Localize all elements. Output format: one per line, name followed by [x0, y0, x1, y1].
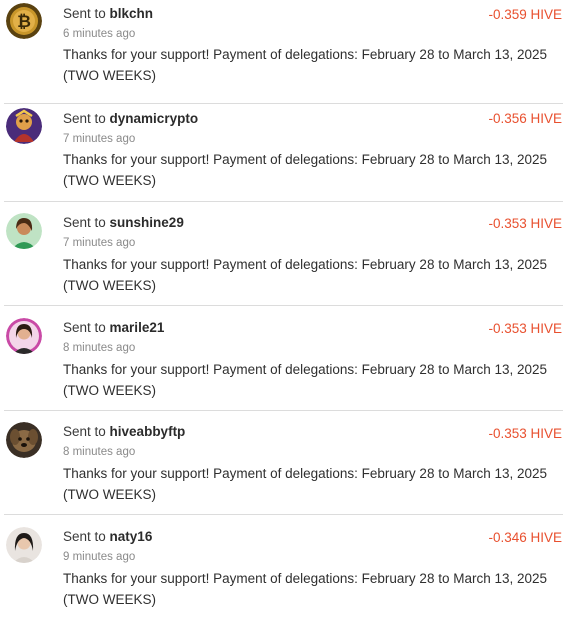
- transfer-row: Sent to hiveabbyftp 8 minutes ago Thanks…: [0, 411, 567, 515]
- transfer-memo: Thanks for your support! Payment of dele…: [63, 362, 548, 398]
- transfer-history-list: ₿ Sent to blkchn 6 minutes ago Thanks fo…: [0, 0, 567, 611]
- sent-prefix: Sent to: [63, 111, 110, 126]
- transfer-memo: Thanks for your support! Payment of dele…: [63, 466, 548, 502]
- timestamp: 7 minutes ago: [63, 237, 136, 249]
- transfer-row: ₿ Sent to blkchn 6 minutes ago Thanks fo…: [0, 0, 567, 104]
- recipient-link[interactable]: marile21: [110, 320, 165, 335]
- character-avatar-icon[interactable]: [6, 108, 42, 144]
- sent-prefix: Sent to: [63, 215, 110, 230]
- sent-prefix: Sent to: [63, 424, 110, 439]
- transfer-memo: Thanks for your support! Payment of dele…: [63, 47, 548, 83]
- transfer-amount: -0.353 HIVE: [488, 426, 562, 441]
- sent-line: Sent to dynamicrypto: [63, 111, 198, 127]
- sent-prefix: Sent to: [63, 320, 110, 335]
- person-avatar-icon[interactable]: [6, 213, 42, 249]
- transfer-amount: -0.359 HIVE: [488, 7, 562, 22]
- transfer-memo: Thanks for your support! Payment of dele…: [63, 571, 548, 607]
- svg-text:₿: ₿: [17, 12, 31, 32]
- transfer-memo: Thanks for your support! Payment of dele…: [63, 152, 548, 188]
- timestamp: 6 minutes ago: [63, 28, 136, 40]
- transfer-row: Sent to naty16 9 minutes ago Thanks for …: [0, 515, 567, 619]
- transfer-row: Sent to sunshine29 7 minutes ago Thanks …: [0, 202, 567, 306]
- sent-line: Sent to sunshine29: [63, 215, 184, 231]
- recipient-link[interactable]: dynamicrypto: [110, 111, 199, 126]
- transfer-amount: -0.346 HIVE: [488, 530, 562, 545]
- person-avatar-icon[interactable]: [6, 318, 42, 354]
- sent-line: Sent to marile21: [63, 320, 164, 336]
- bitcoin-avatar-icon[interactable]: ₿: [6, 3, 42, 39]
- sent-prefix: Sent to: [63, 529, 110, 544]
- recipient-link[interactable]: sunshine29: [110, 215, 184, 230]
- transfer-amount: -0.353 HIVE: [488, 216, 562, 231]
- row-divider: [4, 305, 563, 306]
- timestamp: 9 minutes ago: [63, 551, 136, 563]
- transfer-amount: -0.356 HIVE: [488, 111, 562, 126]
- timestamp: 8 minutes ago: [63, 342, 136, 354]
- recipient-link[interactable]: naty16: [110, 529, 153, 544]
- recipient-link[interactable]: blkchn: [110, 6, 154, 21]
- sent-prefix: Sent to: [63, 6, 110, 21]
- transfer-row: Sent to marile21 8 minutes ago Thanks fo…: [0, 307, 567, 411]
- sent-line: Sent to blkchn: [63, 6, 153, 22]
- transfer-memo: Thanks for your support! Payment of dele…: [63, 257, 548, 293]
- transfer-amount: -0.353 HIVE: [488, 321, 562, 336]
- dog-avatar-icon[interactable]: [6, 422, 42, 458]
- recipient-link[interactable]: hiveabbyftp: [110, 424, 186, 439]
- transfer-row: Sent to dynamicrypto 7 minutes ago Thank…: [0, 98, 567, 202]
- person-avatar-icon[interactable]: [6, 527, 42, 563]
- sent-line: Sent to hiveabbyftp: [63, 424, 185, 440]
- sent-line: Sent to naty16: [63, 529, 152, 545]
- timestamp: 7 minutes ago: [63, 133, 136, 145]
- timestamp: 8 minutes ago: [63, 446, 136, 458]
